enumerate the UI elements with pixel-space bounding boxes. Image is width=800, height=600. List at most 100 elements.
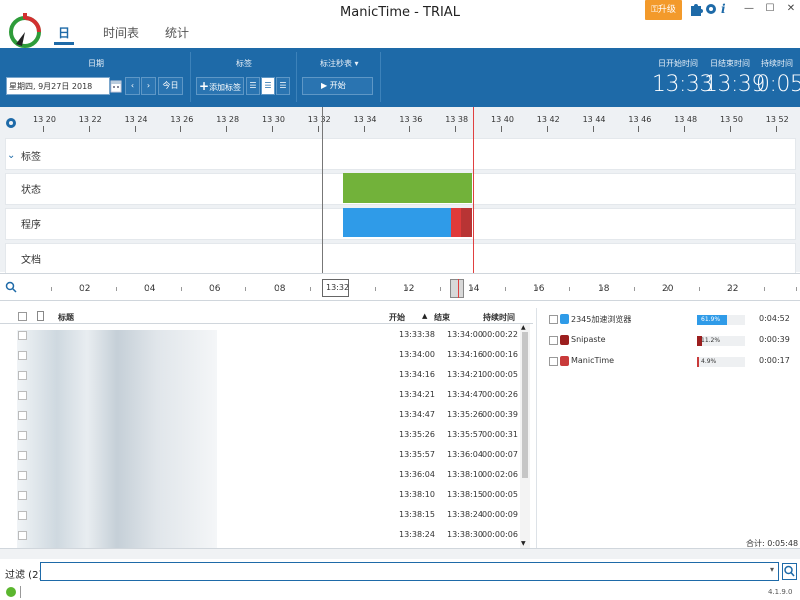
overview-tick xyxy=(310,287,312,291)
row-checkbox[interactable] xyxy=(18,351,27,360)
table-row[interactable] xyxy=(0,408,520,428)
col-start[interactable]: 开始 xyxy=(389,312,405,323)
filter-input[interactable] xyxy=(40,562,779,581)
tick-label: 13 38 xyxy=(445,115,469,124)
add-tag-button[interactable]: +添加标签 xyxy=(196,77,244,95)
panel-separator[interactable] xyxy=(0,548,800,559)
upgrade-button[interactable]: ⚿升级 xyxy=(645,0,682,20)
compact-view-icon[interactable]: ☰ xyxy=(276,77,290,95)
calendar-icon[interactable] xyxy=(110,79,122,93)
overview-hour-label: 06 xyxy=(209,284,221,294)
app-checkbox[interactable] xyxy=(549,357,558,366)
table-row[interactable] xyxy=(0,328,520,348)
tick-label: 13 52 xyxy=(765,115,789,124)
start-label: 开始 xyxy=(329,81,346,90)
table-row[interactable] xyxy=(0,348,520,368)
zoom-icon[interactable] xyxy=(5,281,17,293)
table-row[interactable] xyxy=(0,468,520,488)
date-field[interactable]: 星期四, 9月27日 2018 xyxy=(6,77,110,95)
lane-documents[interactable] xyxy=(5,243,796,275)
toolbar-divider xyxy=(296,52,297,102)
cell-start: 13:34:21 xyxy=(399,390,435,399)
gear-icon[interactable] xyxy=(704,2,718,16)
row-checkbox[interactable] xyxy=(18,431,27,440)
today-button[interactable]: 今日 xyxy=(158,77,183,95)
chevron-down-icon[interactable]: ⌄ xyxy=(7,150,15,161)
tick-label: 13 46 xyxy=(628,115,652,124)
col-end[interactable]: 结束 xyxy=(434,312,450,323)
cell-end: 13:34:21 xyxy=(447,370,483,379)
close-button[interactable]: ✕ xyxy=(784,3,798,17)
list-view-icon[interactable]: ☰ xyxy=(246,77,260,95)
filter-label: 过滤 (2) xyxy=(5,570,43,581)
tick-label: 13 48 xyxy=(674,115,698,124)
overview-tick xyxy=(634,287,636,291)
row-checkbox[interactable] xyxy=(18,451,27,460)
overview-tick xyxy=(666,287,668,291)
program-manictime-block[interactable] xyxy=(461,208,472,237)
tick-label: 13 26 xyxy=(170,115,194,124)
detail-view-icon[interactable]: ☰ xyxy=(261,77,275,95)
col-title[interactable]: 标题 xyxy=(58,312,74,323)
tab-day[interactable]: 日 xyxy=(58,24,70,41)
table-row[interactable] xyxy=(0,428,520,448)
program-snipaste-block[interactable] xyxy=(451,208,461,237)
puzzle-icon[interactable] xyxy=(689,2,703,16)
minimize-button[interactable]: — xyxy=(742,3,756,17)
lane-tags[interactable] xyxy=(5,138,796,170)
tab-stats[interactable]: 统计 xyxy=(165,24,189,41)
row-checkbox[interactable] xyxy=(18,331,27,340)
row-checkbox[interactable] xyxy=(18,531,27,540)
overview-range-handle[interactable] xyxy=(450,279,464,298)
filter-search-icon[interactable] xyxy=(782,563,797,580)
overview-tick xyxy=(148,287,150,291)
row-checkbox[interactable] xyxy=(18,371,27,380)
day-overview[interactable] xyxy=(0,273,800,301)
table-row[interactable] xyxy=(0,508,520,528)
settings-gear-icon[interactable] xyxy=(5,117,17,129)
tab-timeline[interactable]: 时间表 xyxy=(103,24,139,41)
start-timer-button[interactable]: ▶ 开始 xyxy=(302,77,373,95)
row-checkbox[interactable] xyxy=(18,491,27,500)
next-day-button[interactable]: › xyxy=(141,77,156,95)
cell-start: 13:33:38 xyxy=(399,330,435,339)
date-group-label: 日期 xyxy=(88,59,104,68)
app-checkbox[interactable] xyxy=(549,336,558,345)
table-row[interactable] xyxy=(0,528,520,548)
overview-tick xyxy=(407,287,409,291)
tracking-status-icon[interactable] xyxy=(6,587,16,597)
overview-tick xyxy=(213,287,214,291)
table-row[interactable] xyxy=(0,448,520,468)
row-checkbox[interactable] xyxy=(18,411,27,420)
tag-timer-dropdown[interactable]: 标注秒表 ▾ xyxy=(320,58,359,69)
cell-duration: 00:00:05 xyxy=(482,370,518,379)
app-checkbox[interactable] xyxy=(549,315,558,324)
table-row[interactable] xyxy=(0,368,520,388)
cell-end: 13:35:57 xyxy=(447,430,483,439)
cell-start: 13:34:16 xyxy=(399,370,435,379)
select-all-checkbox[interactable] xyxy=(18,312,27,321)
overview-tick xyxy=(375,287,376,291)
tick-label: 13 28 xyxy=(216,115,240,124)
chevron-right-icon: › xyxy=(146,81,151,90)
col-duration[interactable]: 持续时间 xyxy=(483,312,515,323)
maximize-button[interactable]: ☐ xyxy=(763,3,777,17)
cell-duration: 00:00:16 xyxy=(482,350,518,359)
table-row[interactable] xyxy=(0,488,520,508)
table-row[interactable] xyxy=(0,388,520,408)
filter-dropdown-icon[interactable]: ▾ xyxy=(770,565,774,574)
info-icon[interactable]: i xyxy=(721,2,735,16)
row-checkbox[interactable] xyxy=(18,511,27,520)
tick-mark xyxy=(88,126,90,132)
tick-mark xyxy=(409,126,411,132)
status-active-block[interactable] xyxy=(343,173,472,203)
app-duration: 0:00:17 xyxy=(759,356,790,365)
row-checkbox[interactable] xyxy=(18,471,27,480)
table-scrollbar-thumb[interactable] xyxy=(522,332,528,478)
row-checkbox[interactable] xyxy=(18,391,27,400)
prev-day-button[interactable]: ‹ xyxy=(125,77,140,95)
program-browser-block[interactable] xyxy=(343,208,451,237)
scroll-up-icon[interactable]: ▲ xyxy=(521,324,526,331)
cell-duration: 00:00:22 xyxy=(482,330,518,339)
scroll-down-icon[interactable]: ▼ xyxy=(521,540,526,547)
